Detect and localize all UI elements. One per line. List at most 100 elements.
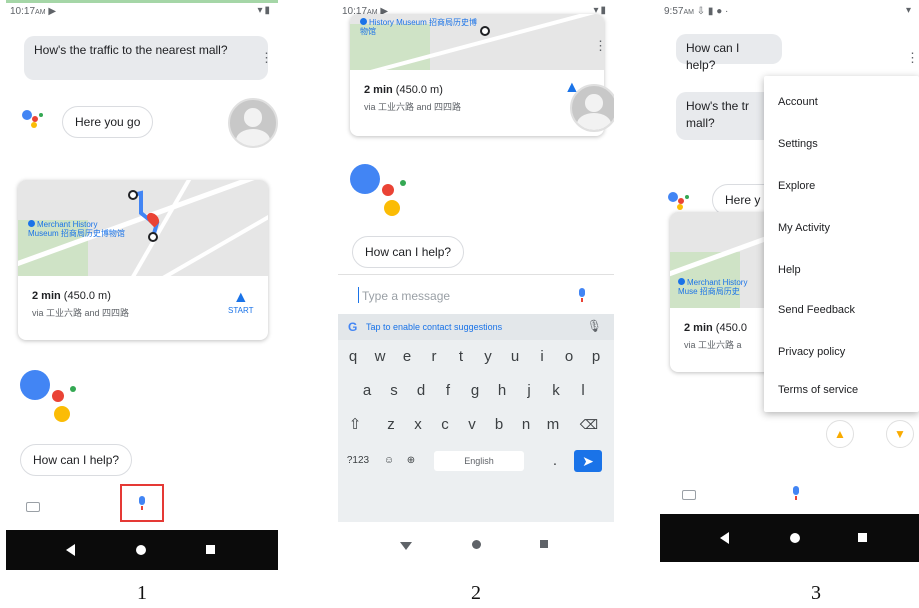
avatar[interactable] <box>228 98 278 148</box>
message-input[interactable]: Type a message <box>338 274 614 314</box>
key-b[interactable]: b <box>488 412 510 438</box>
map-view[interactable]: History Museum 招商局历史博物馆 <box>350 14 604 70</box>
menu-item-explore[interactable]: Explore <box>778 180 815 192</box>
assistant-logo-large-icon <box>20 370 80 430</box>
key-r[interactable]: r <box>423 344 445 370</box>
key-a[interactable]: a <box>356 378 378 404</box>
route-info: 2 min (450.0 m) via 工业六路 and 四四路 <box>364 84 461 113</box>
key-o[interactable]: o <box>558 344 580 370</box>
keyboard-icon[interactable] <box>26 502 40 512</box>
route-info: 2 min (450.0 via 工业六路 a <box>684 322 747 351</box>
back-icon[interactable] <box>66 544 75 556</box>
soft-keyboard[interactable]: G Tap to enable contact suggestions 🎙 q … <box>338 314 614 522</box>
globe-key-icon[interactable]: ⊕ <box>400 448 422 474</box>
home-icon[interactable] <box>472 540 481 549</box>
start-label: START <box>228 306 254 315</box>
directions-card[interactable]: Merchant History Museum 招商局历史博物馆 2 min (… <box>18 180 268 340</box>
keyboard-suggestion-bar[interactable]: G Tap to enable contact suggestions 🎙 <box>338 314 614 340</box>
start-navigation-button[interactable]: ▲ START <box>228 290 254 316</box>
keyboard-mic-icon[interactable]: 🎙 <box>587 319 602 333</box>
home-icon[interactable] <box>136 545 146 555</box>
overflow-menu: Account Settings Explore My Activity Hel… <box>764 76 919 412</box>
period-key[interactable]: . <box>544 448 566 474</box>
suggestion-text: Tap to enable contact suggestions <box>366 322 503 332</box>
home-icon[interactable] <box>790 533 800 543</box>
key-m[interactable]: m <box>542 412 564 438</box>
route-info: 2 min (450.0 m) via 工业六路 and 四四路 <box>32 290 129 319</box>
thumbs-up-icon[interactable]: ▲ <box>826 420 854 448</box>
signal-battery-icons: ▾▮ <box>257 5 272 16</box>
screenshot-3: 9:57AM ⇩ ▮ ● · ▾ How can I help? ⋮ How's… <box>660 0 919 572</box>
key-l[interactable]: l <box>572 378 594 404</box>
key-d[interactable]: d <box>410 378 432 404</box>
microphone-icon[interactable] <box>578 288 586 302</box>
symbols-key[interactable]: ?123 <box>344 448 372 474</box>
key-n[interactable]: n <box>515 412 537 438</box>
assistant-prompt-text: How can I help? <box>33 453 120 467</box>
emoji-key-icon[interactable]: ☺ <box>378 448 400 474</box>
key-z[interactable]: z <box>380 412 402 438</box>
back-icon[interactable] <box>720 532 729 544</box>
key-w[interactable]: w <box>369 344 391 370</box>
key-v[interactable]: v <box>461 412 483 438</box>
route-distance: (450.0 m) <box>395 84 443 96</box>
microphone-icon[interactable] <box>792 486 800 500</box>
avatar[interactable] <box>570 84 614 132</box>
key-p[interactable]: p <box>585 344 607 370</box>
map-poi-label: History Museum 招商局历史博物馆 <box>360 18 478 36</box>
recent-apps-icon[interactable] <box>540 540 548 548</box>
key-j[interactable]: j <box>518 378 540 404</box>
more-options-icon[interactable]: ⋮ <box>906 50 919 66</box>
route-time: 2 min <box>684 322 713 334</box>
keyboard-row-3: ⇧ z x c v b n m ⌫ <box>338 412 614 442</box>
key-i[interactable]: i <box>531 344 553 370</box>
menu-item-privacy-policy[interactable]: Privacy policy <box>778 346 845 358</box>
microphone-icon[interactable] <box>138 496 146 510</box>
shift-key-icon[interactable]: ⇧ <box>344 412 366 438</box>
route-via: via 工业六路 a <box>684 340 742 350</box>
navigation-bar <box>660 514 919 562</box>
key-q[interactable]: q <box>342 344 364 370</box>
key-e[interactable]: e <box>396 344 418 370</box>
screenshot-2: 10:17AM ▶ ▾▮ History Museum 招商局历史博物馆 ⋮ 2… <box>338 0 614 572</box>
menu-item-account[interactable]: Account <box>778 96 818 108</box>
space-key[interactable]: English <box>434 451 524 471</box>
menu-item-my-activity[interactable]: My Activity <box>778 222 830 234</box>
key-h[interactable]: h <box>491 378 513 404</box>
assistant-logo-icon <box>22 108 48 130</box>
assistant-logo-icon <box>668 190 694 212</box>
key-k[interactable]: k <box>545 378 567 404</box>
send-key-icon[interactable]: ➤ <box>574 450 602 472</box>
screenshot-1: 10:17AM ▶ ▾▮ How's the traffic to the ne… <box>6 0 278 572</box>
menu-item-terms-of-service[interactable]: Terms of service <box>778 384 858 396</box>
assistant-prompt-top-bubble: How can I help? <box>676 34 782 72</box>
more-options-icon[interactable]: ⋮ <box>594 38 604 54</box>
google-g-icon: G <box>348 320 358 334</box>
keyboard-row-2: a s d f g h j k l <box>338 378 614 408</box>
keyboard-icon[interactable] <box>682 490 696 500</box>
menu-item-help[interactable]: Help <box>778 264 801 276</box>
assistant-reply-bubble: Here you go <box>62 106 154 138</box>
map-view[interactable]: Merchant History Museum 招商局历史博物馆 <box>18 180 268 276</box>
key-c[interactable]: c <box>434 412 456 438</box>
key-g[interactable]: g <box>464 378 486 404</box>
key-s[interactable]: s <box>383 378 405 404</box>
route-via: via 工业六路 and 四四路 <box>32 308 130 318</box>
key-u[interactable]: u <box>504 344 526 370</box>
more-options-icon[interactable]: ⋮ <box>260 50 273 66</box>
back-icon[interactable] <box>400 542 412 550</box>
user-query-bubble: How's the traffic to the nearest mall? <box>24 36 268 80</box>
directions-card[interactable]: History Museum 招商局历史博物馆 ⋮ 2 min (450.0 m… <box>350 14 604 136</box>
thumbs-down-icon[interactable]: ▼ <box>886 420 914 448</box>
caption-1: 1 <box>137 582 147 604</box>
menu-item-settings[interactable]: Settings <box>778 138 818 150</box>
menu-item-send-feedback[interactable]: Send Feedback <box>778 304 855 316</box>
key-f[interactable]: f <box>437 378 459 404</box>
recent-apps-icon[interactable] <box>206 545 215 554</box>
text-caret <box>358 287 359 303</box>
backspace-key-icon[interactable]: ⌫ <box>578 412 600 438</box>
recent-apps-icon[interactable] <box>858 533 867 542</box>
key-x[interactable]: x <box>407 412 429 438</box>
key-t[interactable]: t <box>450 344 472 370</box>
key-y[interactable]: y <box>477 344 499 370</box>
